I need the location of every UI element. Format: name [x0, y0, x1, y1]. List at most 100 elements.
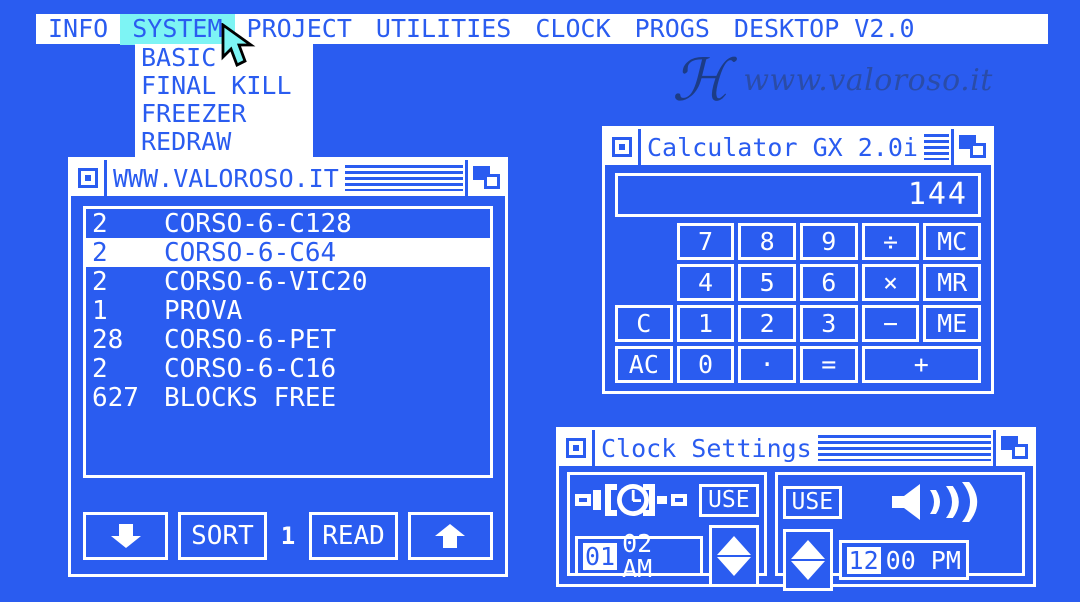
row-blocks: 28	[92, 324, 124, 355]
key-1[interactable]: 1	[676, 305, 735, 342]
blocks-free-row: 627 BLOCKS FREE	[86, 383, 490, 412]
key-6[interactable]: 6	[800, 264, 858, 301]
table-row[interactable]: 2 CORSO-6-C128	[86, 209, 490, 238]
keypad-spacer	[615, 223, 673, 260]
use-clock-button[interactable]: USE	[699, 483, 759, 517]
alarm-time-spinner[interactable]	[782, 529, 833, 591]
keypad-spacer	[615, 264, 673, 301]
row-name: BLOCKS FREE	[164, 382, 337, 413]
spinner-down-icon[interactable]	[716, 557, 751, 576]
clock-settings-body: USE 01 02 AM USE 12 00 PM	[567, 472, 1025, 591]
row-name: CORSO-6-C16	[164, 353, 337, 384]
row-blocks: 2	[92, 237, 108, 268]
close-box-icon[interactable]	[605, 129, 641, 165]
key-memory-enter[interactable]: ME	[923, 305, 981, 342]
alarm-time-row: 12 00 PM	[778, 524, 1022, 591]
clock-time-display[interactable]: 01 02 AM	[575, 531, 704, 581]
file-window-title-area: WWW.VALOROSO.IT	[107, 160, 465, 196]
clock-minute-meridiem: 02 AM	[622, 529, 653, 583]
key-equals[interactable]: =	[800, 346, 858, 383]
row-blocks: 2	[92, 266, 108, 297]
key-2[interactable]: 2	[738, 305, 796, 342]
menu-item-utilities[interactable]: UTILITIES	[364, 14, 523, 45]
calculator-keypad: 7 8 9 ÷ MC 4 5 6 × MR C 1 2 3 − ME AC 0 …	[615, 223, 981, 383]
key-4[interactable]: 4	[676, 264, 735, 301]
spinner-up-icon[interactable]	[790, 540, 825, 559]
menu-option-final-kill[interactable]: FINAL KILL	[141, 72, 313, 100]
menu-item-desktop-version[interactable]: DESKTOP V2.0	[722, 14, 927, 45]
table-row[interactable]: 28 CORSO-6-PET	[86, 325, 490, 354]
row-name: CORSO-6-C128	[164, 208, 352, 239]
menu-item-progs[interactable]: PROGS	[623, 14, 722, 45]
file-window-title: WWW.VALOROSO.IT	[113, 163, 339, 193]
alarm-speaker-icon	[888, 480, 996, 524]
clock-time-row: 01 02 AM	[570, 520, 764, 587]
calculator-title-area: Calculator GX 2.0i	[641, 129, 951, 165]
alarm-hour-selected[interactable]: 12	[846, 546, 881, 574]
menu-item-system[interactable]: SYSTEM	[120, 13, 235, 45]
row-name: CORSO-6-VIC20	[164, 266, 368, 297]
menu-option-freezer[interactable]: FREEZER	[141, 100, 313, 128]
clock-panel-top-row: USE	[570, 475, 764, 520]
key-8[interactable]: 8	[738, 223, 796, 260]
system-dropdown-menu: BASIC FINAL KILL FREEZER REDRAW	[135, 44, 313, 158]
table-row[interactable]: 2 CORSO-6-C16	[86, 354, 490, 383]
desktop-background: INFO SYSTEM PROJECT UTILITIES CLOCK PROG…	[0, 0, 1080, 602]
key-memory-clear[interactable]: MC	[923, 223, 981, 260]
row-name: CORSO-6-C64	[164, 237, 337, 268]
use-alarm-button[interactable]: USE	[782, 485, 843, 519]
key-clear[interactable]: C	[615, 305, 673, 342]
restore-icon[interactable]	[993, 430, 1033, 466]
spinner-up-icon[interactable]	[716, 536, 751, 555]
calculator-title: Calculator GX 2.0i	[647, 132, 918, 162]
scroll-down-button[interactable]	[83, 512, 169, 560]
row-name: PROVA	[164, 295, 243, 326]
key-7[interactable]: 7	[676, 223, 735, 260]
row-name: CORSO-6-PET	[164, 324, 337, 355]
spinner-down-icon[interactable]	[790, 561, 825, 580]
clock-time-spinner[interactable]	[709, 525, 759, 587]
titlebar-stripes	[817, 435, 991, 461]
close-box-icon[interactable]	[559, 430, 595, 466]
menu-option-basic[interactable]: BASIC	[141, 44, 313, 72]
up-arrow-icon	[433, 522, 467, 550]
menu-bar: INFO SYSTEM PROJECT UTILITIES CLOCK PROG…	[36, 13, 1048, 45]
alarm-minute-meridiem: 00 PM	[885, 545, 961, 575]
alarm-time-display[interactable]: 12 00 PM	[838, 540, 969, 580]
clock-window-title: Clock Settings	[601, 433, 812, 463]
row-blocks: 2	[92, 353, 108, 384]
calculator-window: Calculator GX 2.0i 144 7 8 9 ÷ MC 4 5 6 …	[602, 126, 994, 394]
key-5[interactable]: 5	[738, 264, 796, 301]
key-decimal[interactable]: ·	[738, 346, 796, 383]
key-0[interactable]: 0	[676, 346, 735, 383]
sort-button[interactable]: SORT	[178, 512, 267, 560]
clock-title-area: Clock Settings	[595, 430, 993, 466]
menu-item-clock[interactable]: CLOCK	[523, 14, 622, 45]
restore-icon[interactable]	[951, 129, 991, 165]
key-plus[interactable]: +	[861, 346, 981, 383]
down-arrow-icon	[109, 522, 143, 550]
menu-option-redraw[interactable]: REDRAW	[141, 128, 313, 156]
menu-item-info[interactable]: INFO	[36, 14, 120, 45]
key-all-clear[interactable]: AC	[615, 346, 673, 383]
key-multiply[interactable]: ×	[861, 264, 920, 301]
calculator-display: 144	[615, 173, 981, 217]
row-blocks: 1	[92, 295, 108, 326]
file-list[interactable]: 2 CORSO-6-C128 2 CORSO-6-C64 2 CORSO-6-V…	[83, 206, 493, 478]
table-row[interactable]: 1 PROVA	[86, 296, 490, 325]
menu-item-project[interactable]: PROJECT	[235, 14, 364, 45]
key-3[interactable]: 3	[800, 305, 858, 342]
key-divide[interactable]: ÷	[861, 223, 920, 260]
file-browser-window: WWW.VALOROSO.IT 2 CORSO-6-C128 2 CORSO-6…	[68, 157, 508, 577]
close-box-icon[interactable]	[71, 160, 107, 196]
key-9[interactable]: 9	[800, 223, 858, 260]
key-minus[interactable]: −	[861, 305, 920, 342]
key-memory-recall[interactable]: MR	[923, 264, 981, 301]
restore-icon[interactable]	[465, 160, 505, 196]
table-row[interactable]: 2 CORSO-6-VIC20	[86, 267, 490, 296]
table-row-selected[interactable]: 2 CORSO-6-C64	[86, 238, 490, 267]
read-button[interactable]: READ	[309, 512, 398, 560]
clock-time-panel: USE 01 02 AM	[567, 472, 767, 587]
scroll-up-button[interactable]	[407, 512, 493, 560]
clock-hour-selected[interactable]: 01	[583, 542, 618, 570]
